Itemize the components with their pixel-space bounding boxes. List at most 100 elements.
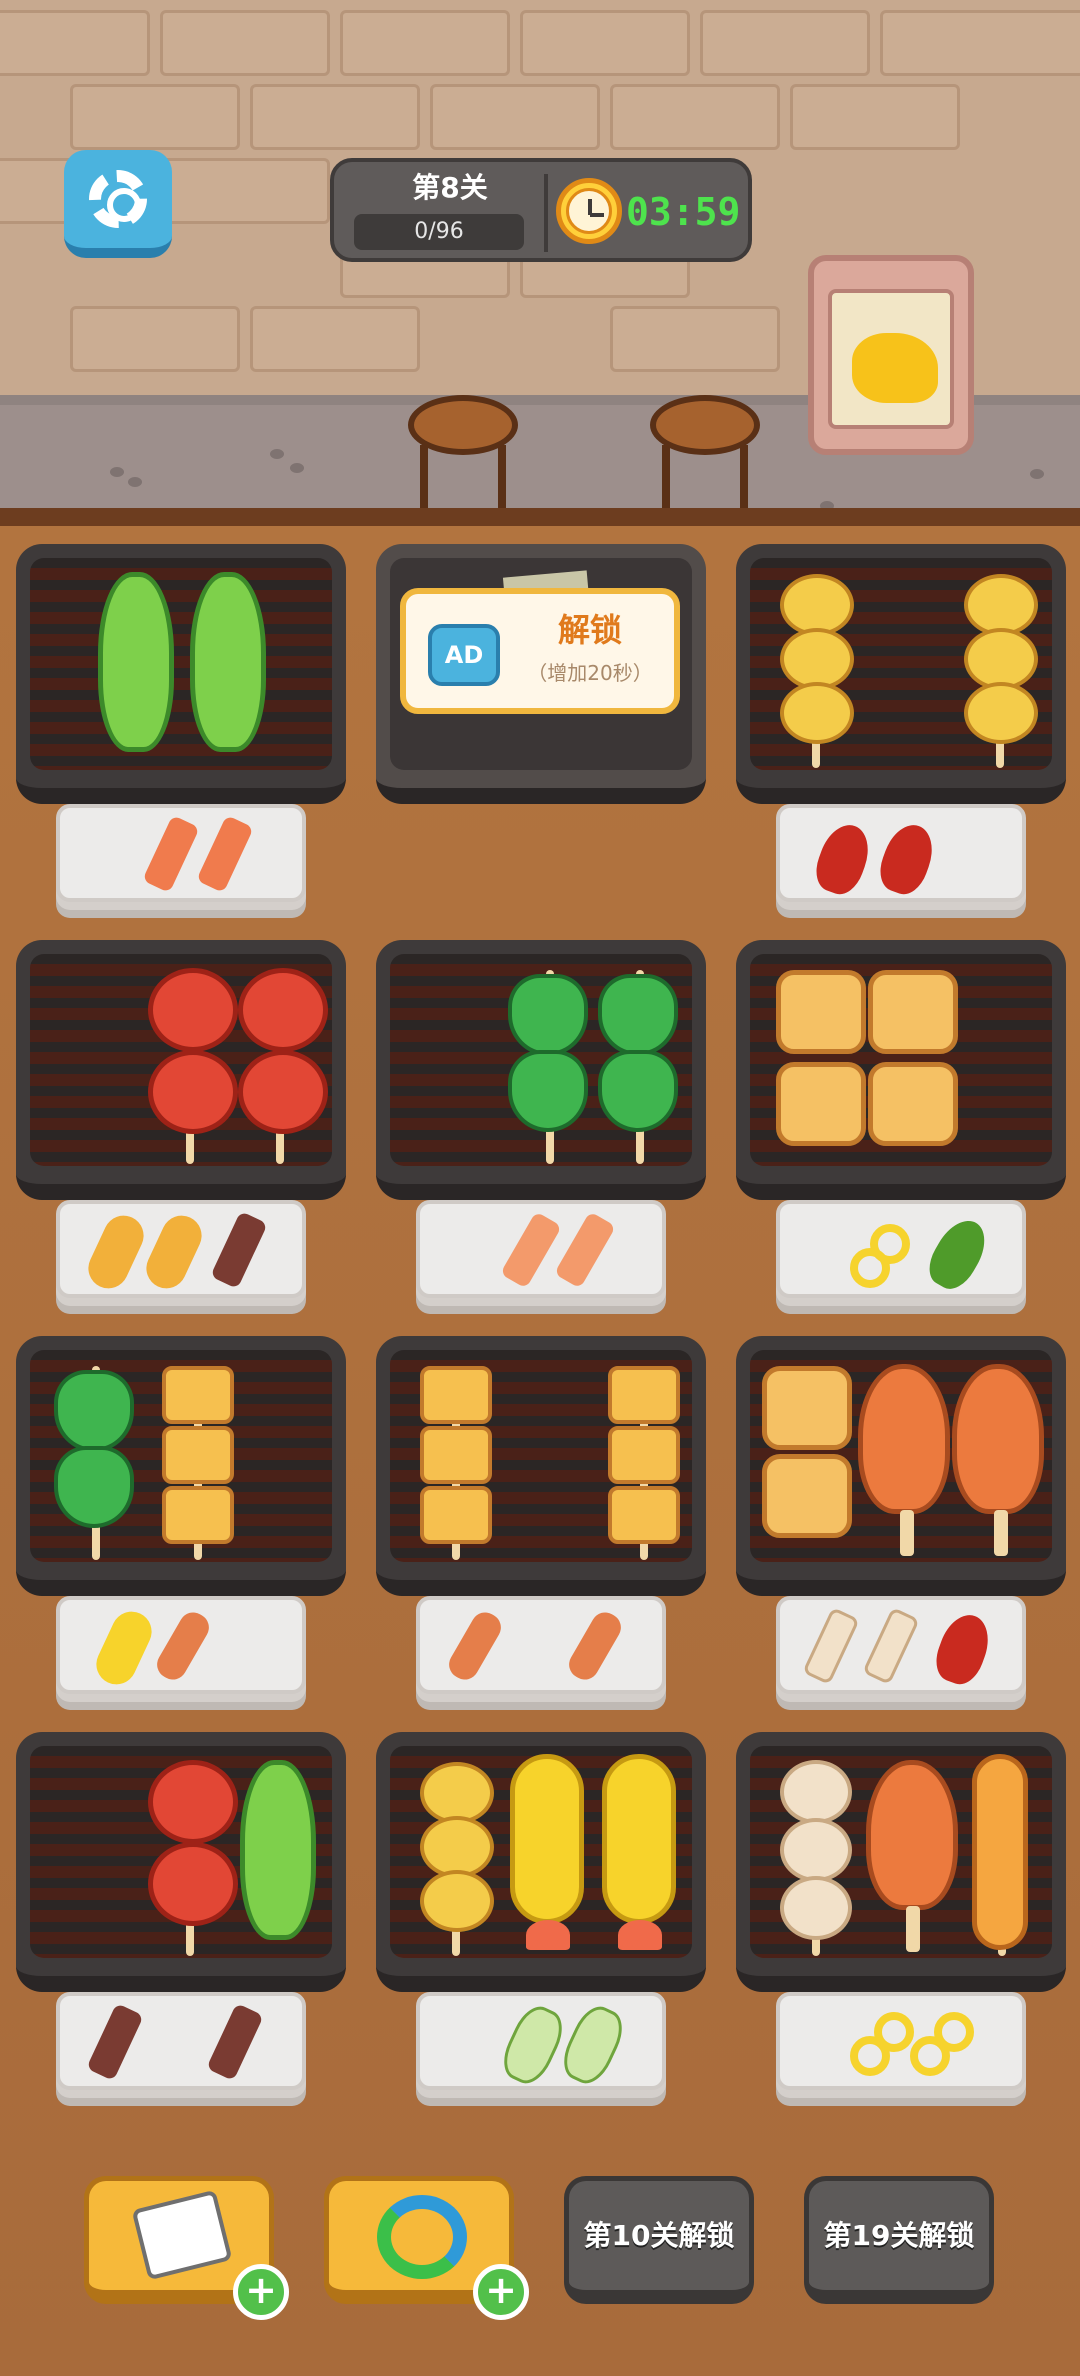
tomato[interactable] [238,968,328,1052]
bok-choy[interactable] [508,1050,588,1132]
corn-shrimp[interactable] [602,1754,676,1924]
egg-ball[interactable] [964,574,1038,636]
brick [70,306,240,372]
egg-ball[interactable] [420,1816,494,1878]
spiral-sausage[interactable] [972,1754,1028,1950]
bok-choy[interactable] [54,1446,134,1528]
tomato[interactable] [148,1760,238,1844]
grill-rack [750,1746,1052,1958]
grill-rack [30,1746,332,1958]
shrimp-tail [618,1920,662,1950]
locked-tool-button-1[interactable]: 第10关解锁 [564,2176,754,2304]
grill-7[interactable] [16,1336,346,1596]
lettuce[interactable] [190,572,266,752]
grill-6[interactable] [736,940,1066,1200]
paper-plate-icon [131,2189,233,2281]
level-timer-panel: 第8关 0/96 03:59 [330,158,752,262]
egg-ball[interactable] [964,628,1038,690]
fishball[interactable] [780,1818,852,1882]
drumstick-bone [900,1510,914,1556]
salmon-skewer [500,1211,562,1289]
toast[interactable] [868,1062,958,1146]
alarm-clock-icon [556,178,622,244]
brick [520,10,690,76]
tofu[interactable] [608,1426,680,1484]
egg-ball[interactable] [780,574,854,636]
bok-choy[interactable] [598,974,678,1056]
ad-unlock-card[interactable]: AD 解锁 （增加20秒） [400,588,680,714]
tomato[interactable] [148,1842,238,1926]
chili-pepper [873,818,941,900]
brick [880,10,1080,76]
drumstick[interactable] [866,1760,958,1910]
drumstick[interactable] [952,1364,1044,1514]
grill-1[interactable] [16,544,346,804]
bok-choy[interactable] [54,1370,134,1452]
locked-tool-label: 第19关解锁 [823,2219,975,2252]
tofu[interactable] [420,1486,492,1544]
grill-9[interactable] [736,1336,1066,1596]
locked-tool-button-2[interactable]: 第19关解锁 [804,2176,994,2304]
plate-6 [776,1200,1026,1298]
grill-3[interactable] [736,544,1066,804]
tofu[interactable] [420,1426,492,1484]
paw-print [1030,469,1044,479]
bok-choy[interactable] [508,974,588,1056]
plus-icon: + [233,2264,289,2320]
bok-choy[interactable] [598,1050,678,1132]
grill-12[interactable] [736,1732,1066,1992]
fishball[interactable] [780,1876,852,1940]
tomato[interactable] [238,1050,328,1134]
brick [340,10,510,76]
egg-ball[interactable] [964,682,1038,744]
toast[interactable] [776,970,866,1054]
new-plate-button[interactable]: + [84,2176,289,2320]
tomato[interactable] [148,1050,238,1134]
grill-4[interactable] [16,940,346,1200]
ad-tv-icon: AD [428,624,500,686]
tomato[interactable] [148,968,238,1052]
grill-10[interactable] [16,1732,346,1992]
grill-rack [750,1350,1052,1562]
paw-print [110,467,124,477]
tofu[interactable] [162,1426,234,1484]
tofu[interactable] [420,1366,492,1424]
meatball-skewer [210,1211,268,1289]
toast[interactable] [776,1062,866,1146]
grill-5[interactable] [376,940,706,1200]
egg-ball[interactable] [420,1870,494,1932]
tofu[interactable] [608,1486,680,1544]
fishball-skewer [862,1607,920,1685]
tofu[interactable] [162,1366,234,1424]
brick [0,10,150,76]
grill-rack [390,954,692,1166]
fishball[interactable] [780,1760,852,1824]
grill-11[interactable] [376,1732,706,1992]
meatball-skewer [206,2003,264,2081]
toast[interactable] [762,1454,852,1538]
egg-ball[interactable] [780,682,854,744]
tofu[interactable] [608,1366,680,1424]
lettuce[interactable] [240,1760,316,1940]
grill-rack [30,1350,332,1562]
toast[interactable] [868,970,958,1054]
popcorn-machine [808,255,974,455]
toast[interactable] [762,1366,852,1450]
tofu[interactable] [162,1486,234,1544]
settings-button[interactable] [64,150,172,258]
plate-4 [56,1200,306,1298]
egg-ball[interactable] [420,1762,494,1824]
corn-shrimp[interactable] [510,1754,584,1924]
grill-rack [390,1746,692,1958]
brick [610,306,780,372]
egg-ball[interactable] [780,628,854,690]
shuffle-button[interactable]: + [324,2176,529,2320]
paw-print [290,463,304,473]
countdown-timer: 03:59 [626,190,741,234]
pineapple-ring [850,1248,890,1288]
brick [160,158,330,224]
cabbage [555,1999,631,2091]
lettuce[interactable] [98,572,174,752]
drumstick[interactable] [858,1364,950,1514]
grill-8[interactable] [376,1336,706,1596]
